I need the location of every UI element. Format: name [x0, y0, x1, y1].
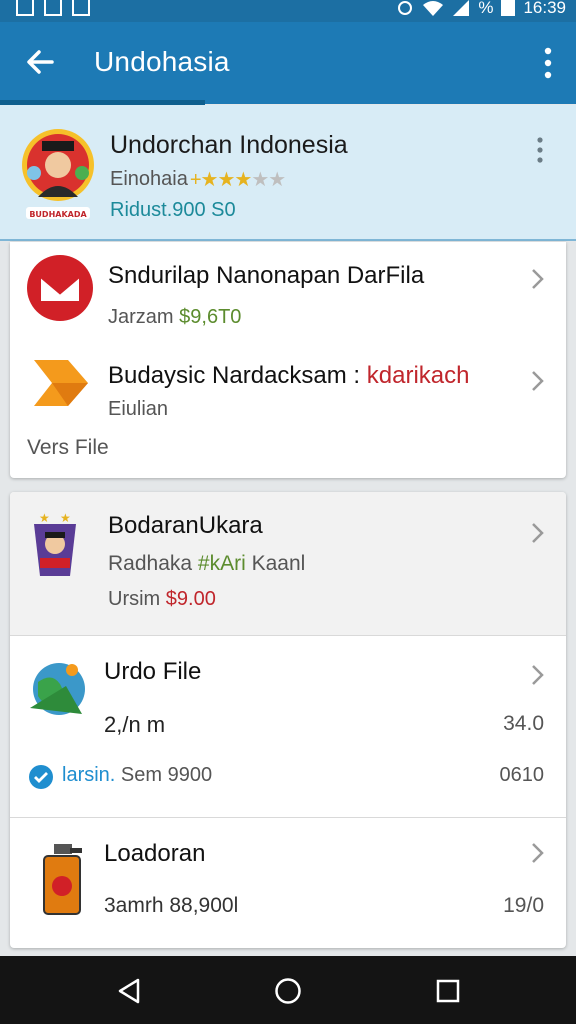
status-bar: % 16:39: [0, 0, 576, 22]
item-price: $9,6T0: [179, 306, 242, 328]
item-value: 0610: [499, 764, 545, 786]
chevron-right-icon: [532, 371, 544, 391]
rating-plus: +: [189, 169, 202, 191]
mail-app-icon: [27, 255, 93, 321]
list-item[interactable]: ★ ★ BodaranUkara Radhaka #kAri Kaanl Urs…: [10, 492, 566, 635]
item-sub: 3amrh 88,900l: [104, 894, 239, 917]
profile-price: Ridust.900 S0: [110, 199, 236, 221]
file-list-card: Sndurilap Nanonapan DarFila Jarzam $9,6T…: [10, 242, 566, 478]
list-item[interactable]: Urdo File 2,/n m 34.0 larsin. Sem 9900 0…: [10, 636, 566, 817]
check-circle-icon: [29, 765, 53, 789]
signal-percent: %: [478, 0, 494, 17]
item-name: Urdo File: [104, 658, 202, 685]
item-name: Sndurilap Nanonapan DarFila: [108, 262, 425, 289]
svg-text:★: ★: [60, 511, 71, 525]
app-title: Undohasia: [94, 46, 230, 77]
item-price: $9.00: [165, 588, 216, 610]
globe-icon: [30, 663, 85, 715]
forward-app-icon: [34, 360, 88, 406]
checkbox-notification-icon: [44, 0, 62, 16]
item-sub: larsin. Sem 9900: [62, 764, 213, 786]
star-icon: ★: [217, 169, 235, 191]
chevron-right-icon: [532, 523, 544, 543]
item-sub: Eiulian: [108, 398, 169, 420]
item-tag: #kAri: [197, 552, 246, 575]
clock: 16:39: [523, 0, 566, 17]
more-vert-icon[interactable]: [536, 137, 544, 163]
nav-home-icon[interactable]: [273, 976, 303, 1006]
svg-text:★: ★: [39, 511, 50, 525]
item-sub: Ursim $9.00: [108, 588, 216, 610]
app-bar: Undohasia: [0, 22, 576, 104]
notification-icon: [16, 0, 34, 16]
list-item[interactable]: Sndurilap Nanonapan DarFila Jarzam $9,6T…: [10, 242, 566, 342]
profile-name: Undorchan Indonesia: [110, 131, 348, 159]
arrow-back-icon[interactable]: [22, 44, 58, 80]
item-value: 19/0: [503, 894, 544, 917]
wifi-icon: [423, 1, 444, 16]
list-item[interactable]: Budaysic Nardacksam : kdarikach Eiulian …: [10, 342, 566, 478]
item-name: Budaysic Nardacksam : kdarikach: [108, 362, 470, 389]
star-icon: ★: [200, 169, 219, 191]
battery-icon: [501, 0, 516, 16]
profile-header[interactable]: BUDHAKADA Undorchan Indonesia Einohaia +…: [0, 105, 576, 241]
nav-recents-icon[interactable]: [433, 976, 463, 1006]
star-icon: ★: [251, 169, 269, 191]
more-vert-icon[interactable]: [542, 46, 554, 80]
item-value: 34.0: [503, 712, 544, 735]
star-icon: ★: [268, 169, 286, 191]
item-sub: 2,/n m: [104, 712, 166, 737]
avatar: BUDHAKADA: [22, 129, 94, 219]
card-footer[interactable]: Vers File: [27, 436, 109, 460]
fuel-can-icon: [43, 844, 82, 915]
signal-icon: [453, 0, 470, 16]
save-notification-icon: [72, 0, 90, 16]
rating-stars: +★★★★★: [189, 167, 286, 192]
chevron-right-icon: [532, 269, 544, 289]
notification-icons: [16, 0, 90, 16]
item-sub: Radhaka #kAri Kaanl: [108, 552, 306, 575]
list-item[interactable]: Loadoran 3amrh 88,900l 19/0: [10, 818, 566, 948]
profile-badge-icon: ★ ★: [34, 511, 76, 576]
nav-back-icon[interactable]: [114, 976, 144, 1006]
star-icon: ★: [234, 169, 252, 191]
sync-icon: [398, 1, 413, 15]
item-name: BodaranUkara: [108, 512, 263, 539]
item-name-accent: kdarikach: [366, 362, 470, 389]
item-sub: Jarzam $9,6T0: [108, 306, 242, 328]
svg-text:BUDHAKADA: BUDHAKADA: [29, 210, 87, 219]
profile-subtitle: Einohaia +★★★★★: [110, 167, 286, 192]
chevron-right-icon: [532, 665, 544, 685]
chevron-right-icon: [532, 843, 544, 863]
file-detail-card: ★ ★ BodaranUkara Radhaka #kAri Kaanl Urs…: [10, 492, 566, 948]
item-name: Loadoran: [104, 840, 206, 867]
profile-subtitle-text: Einohaia: [110, 168, 188, 190]
system-nav-bar: [0, 956, 576, 1024]
